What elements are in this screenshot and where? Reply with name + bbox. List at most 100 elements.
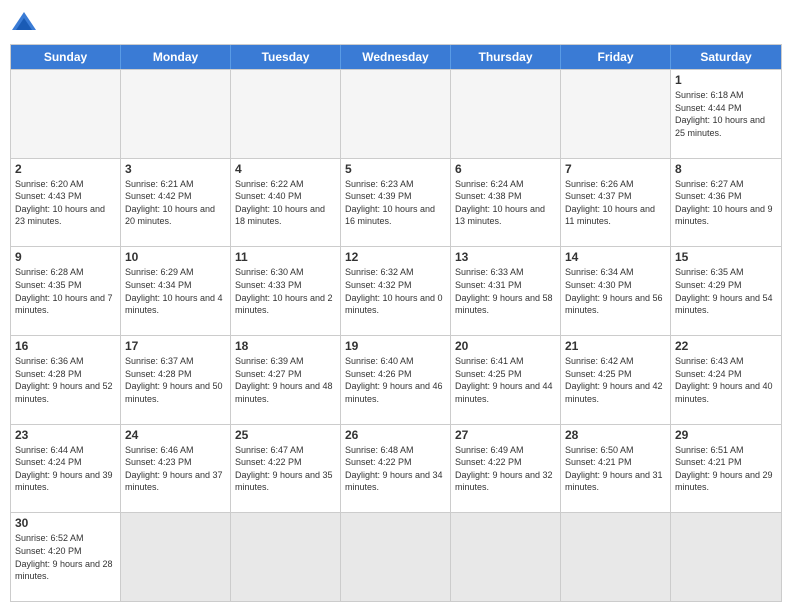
calendar-cell: 24 Sunrise: 6:46 AMSunset: 4:23 PMDayligh… — [121, 425, 231, 513]
day-info: Sunrise: 6:34 AMSunset: 4:30 PMDaylight:… — [565, 266, 666, 316]
calendar-row: 16Sunrise: 6:36 AMSunset: 4:28 PMDayligh… — [11, 335, 781, 424]
calendar-row: 2Sunrise: 6:20 AMSunset: 4:43 PMDaylight… — [11, 158, 781, 247]
calendar-cell — [121, 513, 231, 601]
calendar-cell: 2Sunrise: 6:20 AMSunset: 4:43 PMDaylight… — [11, 159, 121, 247]
day-number: 26 — [345, 428, 446, 442]
header — [10, 10, 782, 38]
calendar-cell: 19 Sunrise: 6:40 AMSunset: 4:26 PMDayligh… — [341, 336, 451, 424]
day-number: 3 — [125, 162, 226, 176]
cal-header-day: Saturday — [671, 45, 781, 69]
calendar-cell — [341, 70, 451, 158]
day-number: 27 — [455, 428, 556, 442]
calendar-cell: 28 Sunrise: 6:50 AMSunset: 4:21 PMDayligh… — [561, 425, 671, 513]
calendar-row: 23 Sunrise: 6:44 AMSunset: 4:24 PMDayligh… — [11, 424, 781, 513]
calendar: SundayMondayTuesdayWednesdayThursdayFrid… — [10, 44, 782, 602]
day-number: 10 — [125, 250, 226, 264]
day-info: Sunrise: 6:36 AMSunset: 4:28 PMDaylight:… — [15, 355, 116, 405]
calendar-cell: 7 Sunrise: 6:26 AMSunset: 4:37 PMDaylight… — [561, 159, 671, 247]
day-info: Sunrise: 6:40 AMSunset: 4:26 PMDaylight:… — [345, 355, 446, 405]
day-number: 6 — [455, 162, 556, 176]
day-info: Sunrise: 6:50 AMSunset: 4:21 PMDaylight:… — [565, 444, 666, 494]
calendar-cell: 17 Sunrise: 6:37 AMSunset: 4:28 PMDayligh… — [121, 336, 231, 424]
day-info: Sunrise: 6:49 AMSunset: 4:22 PMDaylight:… — [455, 444, 556, 494]
day-info: Sunrise: 6:33 AMSunset: 4:31 PMDaylight:… — [455, 266, 556, 316]
calendar-cell — [341, 513, 451, 601]
day-info: Sunrise: 6:37 AMSunset: 4:28 PMDaylight:… — [125, 355, 226, 405]
logo-icon — [10, 10, 38, 38]
day-number: 30 — [15, 516, 116, 530]
calendar-cell: 8 Sunrise: 6:27 AMSunset: 4:36 PMDaylight… — [671, 159, 781, 247]
calendar-cell: 16Sunrise: 6:36 AMSunset: 4:28 PMDayligh… — [11, 336, 121, 424]
day-number: 28 — [565, 428, 666, 442]
day-number: 21 — [565, 339, 666, 353]
cal-header-day: Sunday — [11, 45, 121, 69]
day-number: 7 — [565, 162, 666, 176]
day-info: Sunrise: 6:21 AMSunset: 4:42 PMDaylight:… — [125, 178, 226, 228]
day-number: 18 — [235, 339, 336, 353]
day-number: 11 — [235, 250, 336, 264]
calendar-cell: 27 Sunrise: 6:49 AMSunset: 4:22 PMDayligh… — [451, 425, 561, 513]
calendar-cell — [451, 513, 561, 601]
calendar-cell: 18Sunrise: 6:39 AMSunset: 4:27 PMDayligh… — [231, 336, 341, 424]
day-number: 5 — [345, 162, 446, 176]
calendar-cell: 14 Sunrise: 6:34 AMSunset: 4:30 PMDayligh… — [561, 247, 671, 335]
day-info: Sunrise: 6:46 AMSunset: 4:23 PMDaylight:… — [125, 444, 226, 494]
calendar-cell: 3 Sunrise: 6:21 AMSunset: 4:42 PMDaylight… — [121, 159, 231, 247]
day-number: 19 — [345, 339, 446, 353]
day-info: Sunrise: 6:20 AMSunset: 4:43 PMDaylight:… — [15, 178, 116, 228]
calendar-cell: 12Sunrise: 6:32 AMSunset: 4:32 PMDayligh… — [341, 247, 451, 335]
calendar-row: 9Sunrise: 6:28 AMSunset: 4:35 PMDaylight… — [11, 246, 781, 335]
day-info: Sunrise: 6:41 AMSunset: 4:25 PMDaylight:… — [455, 355, 556, 405]
calendar-cell — [121, 70, 231, 158]
day-number: 14 — [565, 250, 666, 264]
day-info: Sunrise: 6:35 AMSunset: 4:29 PMDaylight:… — [675, 266, 777, 316]
day-number: 23 — [15, 428, 116, 442]
day-number: 13 — [455, 250, 556, 264]
day-info: Sunrise: 6:32 AMSunset: 4:32 PMDaylight:… — [345, 266, 446, 316]
calendar-cell: 4Sunrise: 6:22 AMSunset: 4:40 PMDaylight… — [231, 159, 341, 247]
calendar-cell: 11 Sunrise: 6:30 AMSunset: 4:33 PMDayligh… — [231, 247, 341, 335]
calendar-header: SundayMondayTuesdayWednesdayThursdayFrid… — [11, 45, 781, 69]
calendar-cell: 15Sunrise: 6:35 AMSunset: 4:29 PMDayligh… — [671, 247, 781, 335]
calendar-cell: 21 Sunrise: 6:42 AMSunset: 4:25 PMDayligh… — [561, 336, 671, 424]
cal-header-day: Wednesday — [341, 45, 451, 69]
day-info: Sunrise: 6:28 AMSunset: 4:35 PMDaylight:… — [15, 266, 116, 316]
day-number: 20 — [455, 339, 556, 353]
day-number: 4 — [235, 162, 336, 176]
day-info: Sunrise: 6:24 AMSunset: 4:38 PMDaylight:… — [455, 178, 556, 228]
page: SundayMondayTuesdayWednesdayThursdayFrid… — [0, 0, 792, 612]
day-info: Sunrise: 6:30 AMSunset: 4:33 PMDaylight:… — [235, 266, 336, 316]
calendar-cell: 6 Sunrise: 6:24 AMSunset: 4:38 PMDaylight… — [451, 159, 561, 247]
calendar-cell — [671, 513, 781, 601]
day-number: 1 — [675, 73, 777, 87]
day-number: 22 — [675, 339, 777, 353]
cal-header-day: Tuesday — [231, 45, 341, 69]
day-number: 8 — [675, 162, 777, 176]
logo — [10, 10, 42, 38]
day-number: 29 — [675, 428, 777, 442]
calendar-cell: 20 Sunrise: 6:41 AMSunset: 4:25 PMDayligh… — [451, 336, 561, 424]
day-info: Sunrise: 6:29 AMSunset: 4:34 PMDaylight:… — [125, 266, 226, 316]
calendar-cell — [561, 513, 671, 601]
day-info: Sunrise: 6:47 AMSunset: 4:22 PMDaylight:… — [235, 444, 336, 494]
day-number: 24 — [125, 428, 226, 442]
calendar-body: 1Sunrise: 6:18 AMSunset: 4:44 PMDaylight… — [11, 69, 781, 601]
day-info: Sunrise: 6:27 AMSunset: 4:36 PMDaylight:… — [675, 178, 777, 228]
calendar-cell: 13 Sunrise: 6:33 AMSunset: 4:31 PMDayligh… — [451, 247, 561, 335]
day-info: Sunrise: 6:48 AMSunset: 4:22 PMDaylight:… — [345, 444, 446, 494]
calendar-cell: 9Sunrise: 6:28 AMSunset: 4:35 PMDaylight… — [11, 247, 121, 335]
calendar-cell: 10 Sunrise: 6:29 AMSunset: 4:34 PMDayligh… — [121, 247, 231, 335]
day-info: Sunrise: 6:44 AMSunset: 4:24 PMDaylight:… — [15, 444, 116, 494]
calendar-cell: 30Sunrise: 6:52 AMSunset: 4:20 PMDayligh… — [11, 513, 121, 601]
day-info: Sunrise: 6:51 AMSunset: 4:21 PMDaylight:… — [675, 444, 777, 494]
day-info: Sunrise: 6:42 AMSunset: 4:25 PMDaylight:… — [565, 355, 666, 405]
cal-header-day: Thursday — [451, 45, 561, 69]
day-info: Sunrise: 6:23 AMSunset: 4:39 PMDaylight:… — [345, 178, 446, 228]
calendar-cell — [11, 70, 121, 158]
calendar-cell: 23 Sunrise: 6:44 AMSunset: 4:24 PMDayligh… — [11, 425, 121, 513]
day-info: Sunrise: 6:43 AMSunset: 4:24 PMDaylight:… — [675, 355, 777, 405]
day-number: 17 — [125, 339, 226, 353]
cal-header-day: Friday — [561, 45, 671, 69]
calendar-cell — [451, 70, 561, 158]
day-info: Sunrise: 6:26 AMSunset: 4:37 PMDaylight:… — [565, 178, 666, 228]
